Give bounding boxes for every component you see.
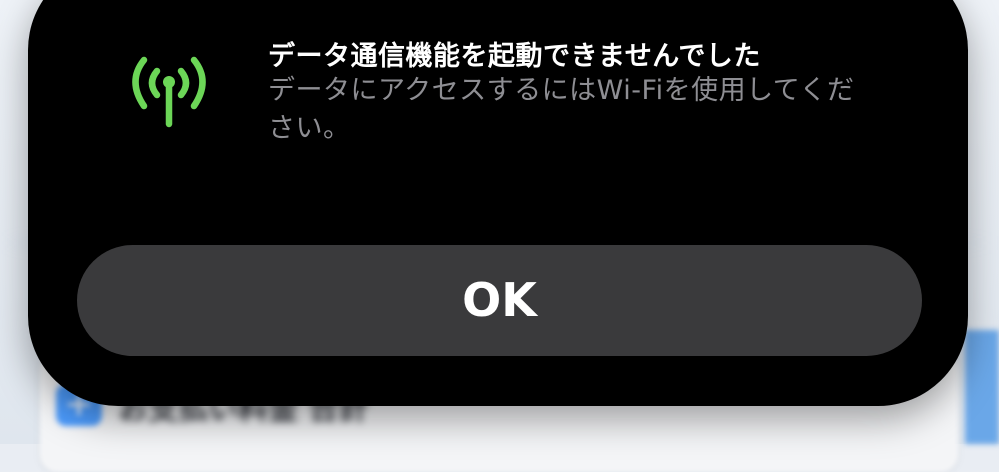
alert-title: データ通信機能を起動できませんでした [268, 41, 761, 72]
background-edge [965, 330, 999, 444]
alert-message: データにアクセスするにはWi-Fiを使用してください。 [268, 75, 855, 144]
cellular-antenna-icon [132, 56, 206, 128]
ok-button[interactable]: OK [77, 245, 922, 356]
